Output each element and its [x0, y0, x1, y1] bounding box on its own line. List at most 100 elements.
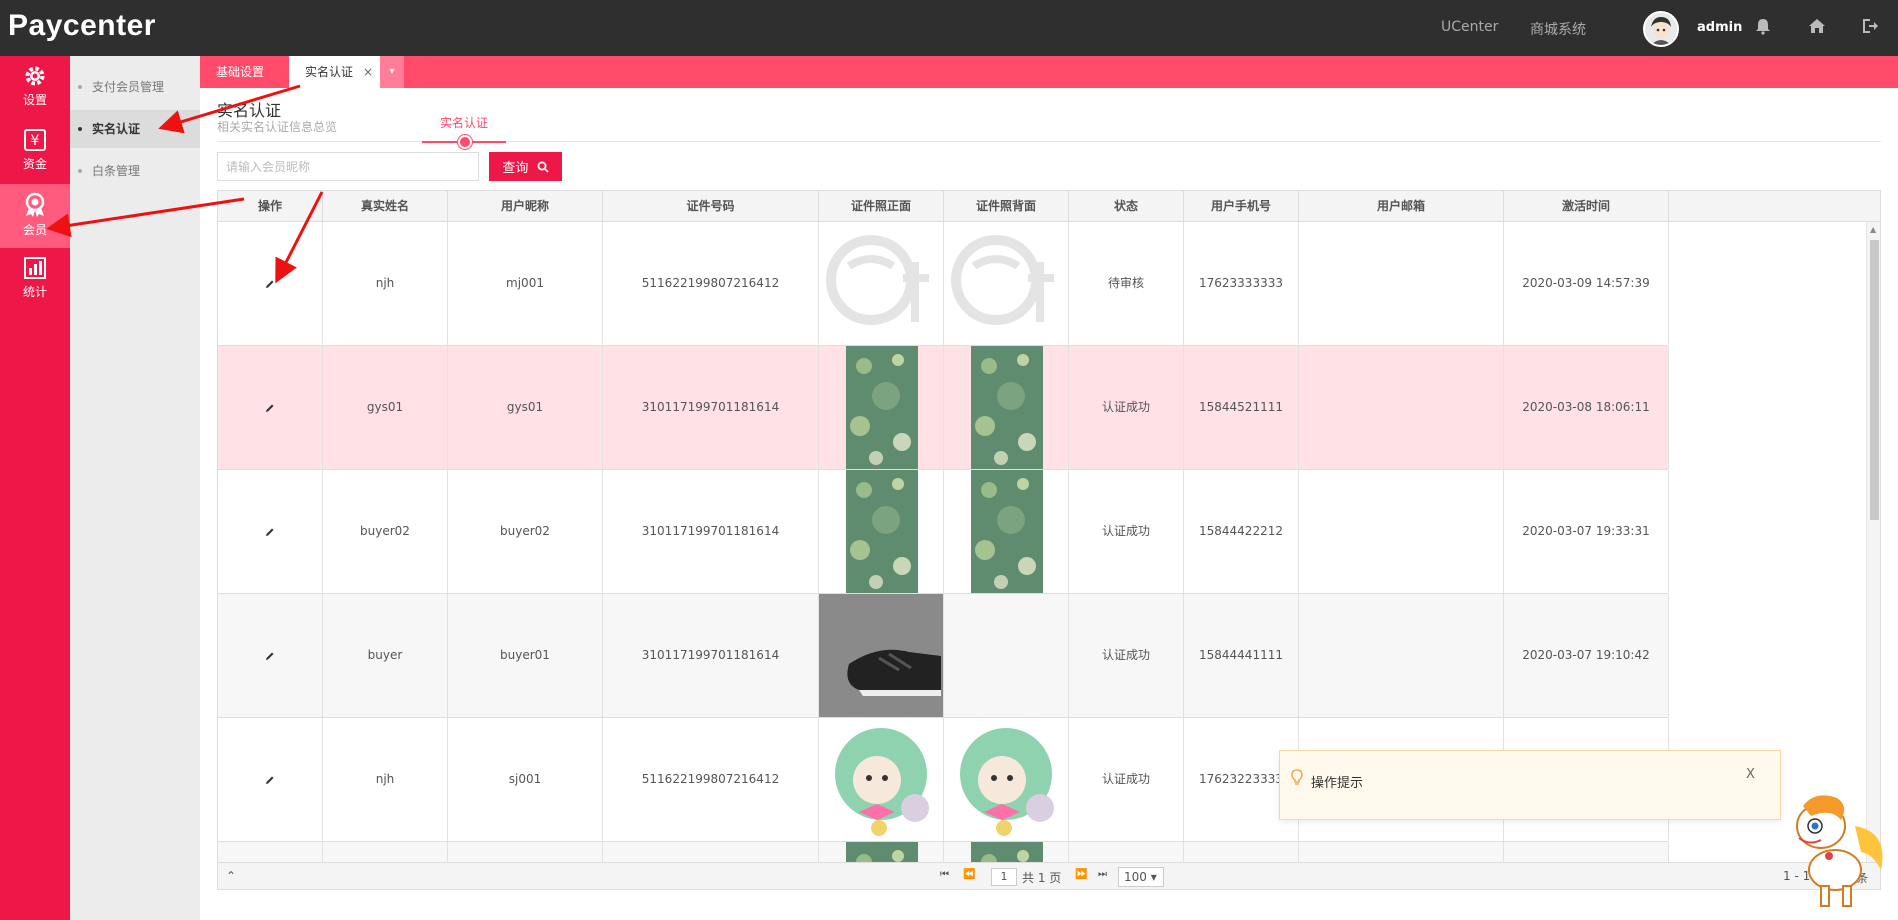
edit-icon[interactable] [265, 527, 275, 537]
cell-id: 310117199701181614 [603, 594, 819, 717]
col-action[interactable]: 操作 [218, 191, 323, 222]
cell-back [944, 718, 1069, 841]
cell-front [819, 842, 944, 862]
username[interactable]: admin [1697, 20, 1742, 35]
step-label[interactable]: 实名认证 [440, 114, 488, 131]
avatar[interactable] [1643, 11, 1679, 47]
cell-phone: 15844422212 [1184, 470, 1299, 593]
col-real-name[interactable]: 真实姓名 [323, 191, 448, 222]
cell-front [819, 222, 944, 345]
id-photo[interactable] [944, 222, 1069, 345]
nav-members[interactable]: 会员 [0, 184, 70, 248]
id-photo[interactable] [970, 842, 1043, 862]
app-logo: Paycenter [8, 9, 156, 42]
col-email[interactable]: 用户邮箱 [1299, 191, 1504, 222]
id-photo[interactable] [845, 842, 918, 862]
id-photo[interactable] [970, 346, 1043, 469]
cell-id: 310117199701181614 [603, 470, 819, 593]
left-nav: 设置 ¥ 资金 会员 统计 [0, 56, 70, 920]
cell-nick [448, 842, 603, 862]
cell-status: 认证成功 [1069, 718, 1184, 841]
col-id-number[interactable]: 证件号码 [603, 191, 819, 222]
prev-page-icon[interactable]: ⏪ [963, 869, 975, 880]
next-page-icon[interactable]: ⏩ [1075, 869, 1087, 880]
col-status[interactable]: 状态 [1069, 191, 1184, 222]
bell-icon[interactable] [1753, 16, 1775, 38]
id-photo[interactable] [845, 346, 918, 469]
id-photo[interactable] [819, 222, 944, 345]
search-button-label: 查询 [502, 161, 529, 176]
id-photo[interactable] [970, 470, 1043, 593]
vertical-scrollbar[interactable]: ▲ [1866, 222, 1880, 862]
col-activated-time[interactable]: 激活时间 [1504, 191, 1669, 222]
submenu-credit-label: 白条管理 [92, 164, 141, 178]
cell-status: 认证成功 [1069, 594, 1184, 717]
edit-icon[interactable] [265, 279, 275, 289]
search-button[interactable]: 查询 [489, 152, 562, 181]
search-input[interactable] [217, 152, 479, 181]
edit-icon[interactable] [265, 775, 275, 785]
medal-icon [25, 192, 45, 217]
top-bar: Paycenter UCenter 商城系统 admin [0, 0, 1898, 56]
toast-text: 操作提示 [1311, 776, 1364, 791]
cell-time: 2020-03-07 19:33:31 [1504, 470, 1669, 593]
close-icon[interactable]: × [363, 65, 373, 79]
total-pages: 共 1 页 [1022, 871, 1062, 885]
last-page-icon[interactable]: ⏭ [1098, 869, 1107, 880]
submenu-real-name[interactable]: 实名认证 [70, 110, 200, 148]
cell-front [819, 346, 944, 469]
scroll-thumb[interactable] [1870, 240, 1879, 520]
nav-funds[interactable]: ¥ 资金 [0, 120, 70, 184]
tab-real-name-label: 实名认证 [305, 65, 354, 79]
sub-menu: 支付会员管理 实名认证 白条管理 [70, 56, 200, 920]
id-photo[interactable] [819, 594, 944, 717]
svg-text:¥: ¥ [31, 133, 40, 149]
table-row[interactable]: njh mj001 511622199807216412 待审核 17623333333… [218, 222, 1669, 346]
tab-basic-settings[interactable]: 基础设置 [200, 56, 280, 88]
cell-action [218, 222, 323, 345]
submenu-credit[interactable]: 白条管理 [70, 152, 200, 190]
edit-icon[interactable] [265, 651, 275, 661]
col-id-back[interactable]: 证件照背面 [944, 191, 1069, 222]
nav-settings[interactable]: 设置 [0, 56, 70, 120]
yen-icon: ¥ [24, 129, 46, 151]
page-number-input[interactable]: 1 [991, 868, 1017, 886]
collapse-icon[interactable]: ⌃ [226, 869, 236, 883]
cell-back [944, 594, 1069, 717]
search-icon [537, 161, 549, 173]
toast-close-button[interactable]: X [1746, 767, 1755, 782]
ucenter-link[interactable]: UCenter [1441, 19, 1498, 35]
cell-phone: 15844441111 [1184, 594, 1299, 717]
cell-back [944, 842, 1069, 862]
col-phone[interactable]: 用户手机号 [1184, 191, 1299, 222]
tab-more-button[interactable]: ▾ [380, 56, 404, 88]
tab-real-name[interactable]: 实名认证 × [289, 56, 390, 88]
col-id-front[interactable]: 证件照正面 [819, 191, 944, 222]
grid-header: 操作 真实姓名 用户昵称 证件号码 证件照正面 证件照背面 状态 用户手机号 用… [218, 191, 1880, 222]
cell-action [218, 842, 323, 862]
page-size-select[interactable]: 100 ▾ [1118, 867, 1164, 887]
home-icon[interactable] [1807, 16, 1829, 38]
col-nickname[interactable]: 用户昵称 [448, 191, 603, 222]
id-photo[interactable] [819, 718, 944, 841]
cell-email [1299, 842, 1504, 862]
cell-nick: mj001 [448, 222, 603, 345]
table-row[interactable] [218, 842, 1669, 862]
table-row[interactable]: buyer02 buyer02 310117199701181614 认证成功 1584… [218, 470, 1669, 594]
cell-back [944, 222, 1069, 345]
nav-stats-label: 统计 [22, 285, 47, 299]
logout-icon[interactable] [1860, 16, 1882, 38]
id-photo[interactable] [944, 718, 1069, 841]
nav-members-label: 会员 [22, 223, 47, 237]
cell-status: 认证成功 [1069, 470, 1184, 593]
nav-stats[interactable]: 统计 [0, 248, 70, 312]
edit-icon[interactable] [265, 403, 275, 413]
id-photo[interactable] [845, 470, 918, 593]
submenu-pay-members[interactable]: 支付会员管理 [70, 68, 200, 106]
table-row[interactable]: buyer buyer01 310117199701181614 认证成功 158444… [218, 594, 1669, 718]
toast-notification: 操作提示 X [1279, 750, 1781, 820]
table-row[interactable]: gys01 gys01 310117199701181614 认证成功 15844521… [218, 346, 1669, 470]
mall-system-link[interactable]: 商城系统 [1530, 19, 1586, 39]
scroll-up-icon[interactable]: ▲ [1870, 225, 1876, 234]
first-page-icon[interactable]: ⏮ [940, 869, 949, 880]
